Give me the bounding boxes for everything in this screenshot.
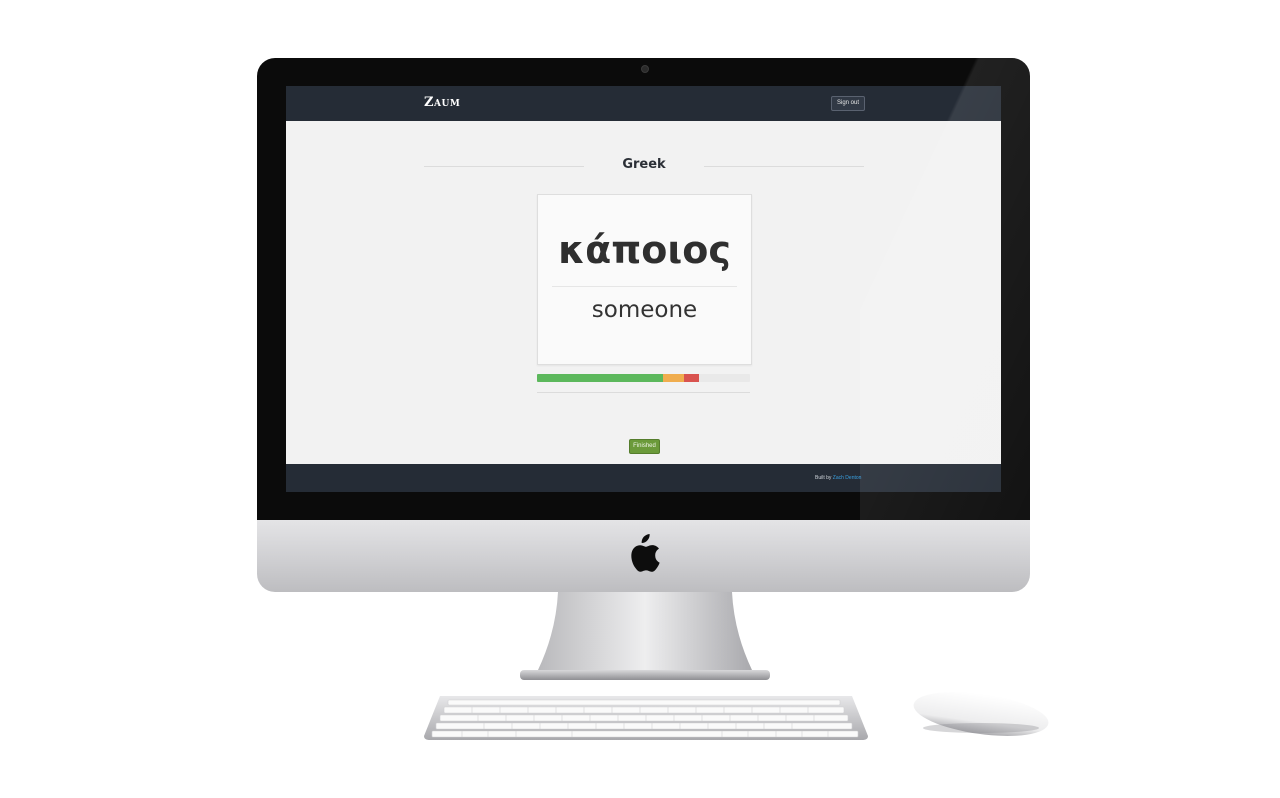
flashcard-word: κάποιος <box>558 228 731 272</box>
built-by-label: Built by <box>815 475 832 481</box>
navbar: Zaum Sign out <box>286 86 1001 121</box>
main-content: Greek κάποιος someone Finished <box>286 121 1001 464</box>
footer-credit: Built by Zach Denton <box>815 475 861 481</box>
apple-logo-icon <box>631 534 660 572</box>
title-divider-right <box>704 166 864 167</box>
finished-button[interactable]: Finished <box>629 439 660 454</box>
progress-divider <box>537 392 750 393</box>
flashcard-translation: someone <box>591 297 698 323</box>
sign-out-button[interactable]: Sign out <box>831 96 865 111</box>
flashcard[interactable]: κάποιος someone <box>537 194 752 365</box>
author-link[interactable]: Zach Denton <box>833 475 862 481</box>
title-divider-left <box>424 166 584 167</box>
page-title: Greek <box>622 157 666 172</box>
progress-segment-incorrect <box>683 374 699 382</box>
camera-icon <box>641 65 649 73</box>
magic-mouse <box>913 692 1049 736</box>
brand-logo[interactable]: Zaum <box>424 95 460 110</box>
progress-segment-partial <box>662 374 684 382</box>
screen: Zaum Sign out Greek κάποιος someone Fini… <box>286 86 1001 492</box>
imac-stand <box>520 592 770 680</box>
footer: Built by Zach Denton <box>286 464 1001 492</box>
title-row: Greek <box>424 157 864 175</box>
progress-segment-correct <box>537 374 663 382</box>
keyboard <box>424 696 868 740</box>
imac-scene: Zaum Sign out Greek κάποιος someone Fini… <box>0 0 1280 798</box>
flashcard-divider <box>552 286 737 287</box>
progress-bar <box>537 374 750 382</box>
